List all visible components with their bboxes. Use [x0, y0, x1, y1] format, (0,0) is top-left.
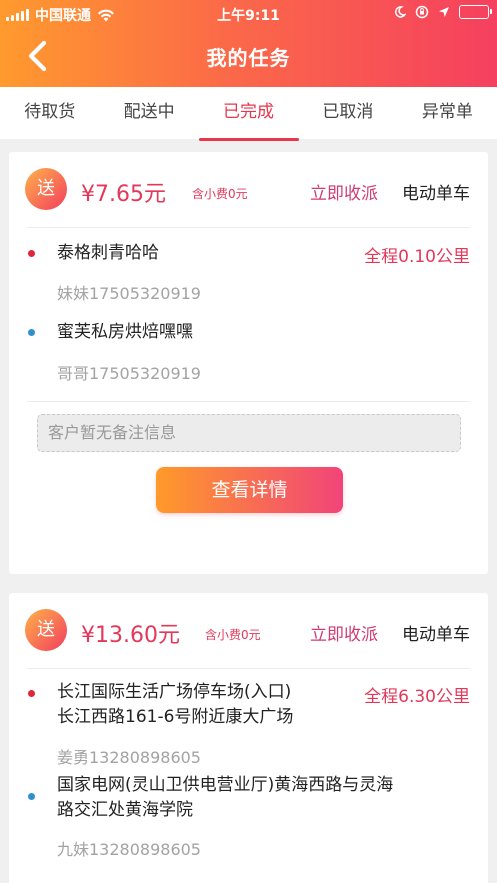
- order-price: ¥13.60元: [81, 623, 180, 648]
- tab-completed[interactable]: 已完成: [198, 87, 299, 141]
- rotation-lock-icon: [415, 5, 429, 19]
- divider: [27, 401, 470, 402]
- dropoff-name: 国家电网(灵山卫供电营业厅)黄海西路与灵海 路交汇处黄海学院: [57, 773, 393, 823]
- customer-remark: 客户暂无备注信息: [37, 414, 461, 452]
- status-tabs: 待取货 配送中 已完成 已取消 异常单: [0, 87, 497, 141]
- vehicle-type: 电动单车: [402, 625, 470, 645]
- pickup-name: 泰格刺青哈哈: [57, 243, 159, 263]
- page-title: 我的任务: [206, 46, 291, 70]
- pickup-dot-icon: [28, 250, 35, 257]
- order-price: ¥7.65元: [81, 182, 166, 207]
- total-distance: 全程6.30公里: [364, 687, 470, 707]
- order-header: 送 ¥7.65元 含小费0元 立即收派 电动单车: [25, 152, 470, 228]
- dropoff-name: 蜜芙私房烘焙嘿嘿: [57, 322, 193, 342]
- tab-cancelled[interactable]: 已取消: [298, 87, 397, 139]
- tab-abnormal[interactable]: 异常单: [398, 87, 497, 139]
- pickup-contact: 姜勇13280898605: [57, 748, 201, 767]
- status-bar: 中国联通 上午9:11: [0, 0, 497, 28]
- dropoff-dot-icon: [28, 793, 35, 800]
- dropoff-contact: 哥哥17505320919: [57, 364, 201, 383]
- dispatch-mode: 立即收派: [310, 625, 378, 645]
- delivery-badge: 送: [25, 609, 67, 651]
- vehicle-type: 电动单车: [402, 184, 470, 204]
- tab-delivering[interactable]: 配送中: [99, 87, 198, 139]
- pickup-name: 长江国际生活广场停车场(入口) 长江西路161-6号附近康大广场: [57, 680, 293, 730]
- dropoff-name-line: 国家电网(灵山卫供电营业厅)黄海西路与灵海: [57, 775, 394, 795]
- battery-icon: [459, 5, 492, 19]
- dispatch-mode: 立即收派: [310, 184, 378, 204]
- tip-amount: 含小费0元: [192, 187, 248, 201]
- order-card[interactable]: 送 ¥13.60元 含小费0元 立即收派 电动单车 长江国际生活广场停车场(入口…: [9, 593, 488, 883]
- dropoff-dot-icon: [28, 329, 35, 336]
- dropoff-name-line: 路交汇处黄海学院: [57, 800, 193, 820]
- pickup-contact: 妹妹17505320919: [57, 284, 201, 303]
- app-header: 中国联通 上午9:11 我的任务: [0, 0, 497, 87]
- dropoff-contact: 九妹13280898605: [57, 840, 201, 859]
- pickup-name-line: 长江国际生活广场停车场(入口): [57, 682, 292, 702]
- tab-pending-pickup[interactable]: 待取货: [0, 87, 99, 139]
- view-details-button[interactable]: 查看详情: [156, 467, 343, 513]
- delivery-badge: 送: [25, 168, 67, 210]
- order-card[interactable]: 送 ¥7.65元 含小费0元 立即收派 电动单车 泰格刺青哈哈 全程0.10公里…: [9, 152, 488, 574]
- pickup-name-line: 长江西路161-6号附近康大广场: [57, 707, 294, 727]
- total-distance: 全程0.10公里: [364, 247, 470, 267]
- tip-amount: 含小费0元: [205, 628, 261, 642]
- location-arrow-icon: [439, 7, 449, 17]
- pickup-dot-icon: [28, 690, 35, 697]
- moon-icon: [394, 6, 406, 18]
- order-header: 送 ¥13.60元 含小费0元 立即收派 电动单车: [25, 593, 470, 669]
